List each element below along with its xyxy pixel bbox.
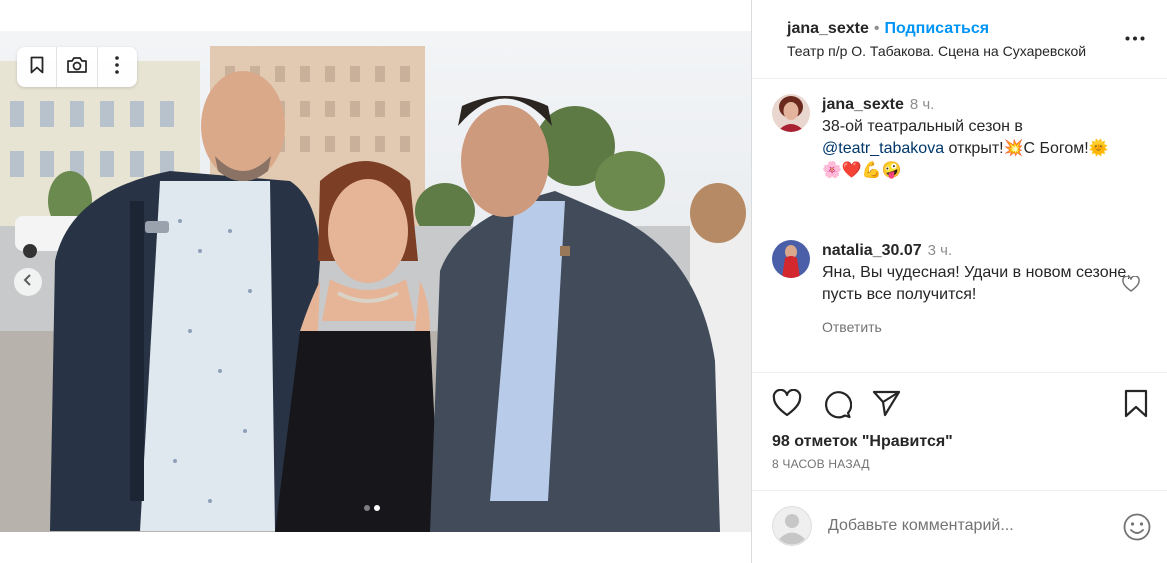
caption-mention[interactable]: @teatr_tabakova	[822, 140, 944, 157]
caption-username[interactable]: jana_sexte	[822, 96, 904, 113]
comments-section: jana_sexte 8 ч. 38-ой театральный сезон в…	[752, 80, 1167, 372]
carousel-indicator	[364, 505, 380, 511]
photo-illustration	[0, 31, 751, 532]
emoji-icon	[1122, 513, 1152, 546]
heart-icon	[772, 388, 802, 421]
post-details-panel: jana_sexte • Подписаться Театр п/р О. Та…	[751, 0, 1167, 563]
post-photo[interactable]	[0, 31, 751, 532]
comment-icon	[822, 391, 853, 423]
likes-count[interactable]: 98 отметок "Нравится"	[772, 433, 953, 451]
post-window: jana_sexte • Подписаться Театр п/р О. Та…	[0, 0, 1167, 563]
emoji-button[interactable]	[1122, 512, 1152, 547]
bookmark-button[interactable]	[17, 47, 56, 87]
comment-time[interactable]: 3 ч.	[928, 242, 953, 259]
caption-text: 38-ой театральный сезон в	[822, 118, 1023, 135]
bookmark-icon	[30, 56, 44, 79]
comment-input[interactable]	[828, 513, 1098, 539]
comment-button[interactable]	[822, 389, 853, 424]
carousel-dot-active	[374, 505, 380, 511]
caption-text-cont: открыт!💥С Богом!🌞	[944, 140, 1109, 157]
comment-body: natalia_30.07 3 ч. Яна, Вы чудесная! Удач…	[822, 240, 1132, 338]
header-line: jana_sexte • Подписаться	[787, 20, 1167, 38]
post-actions: 98 отметок "Нравится" 8 ЧАСОВ НАЗАД	[752, 372, 1167, 490]
more-vertical-icon	[115, 55, 120, 79]
comment-like-button[interactable]	[1122, 275, 1140, 297]
caption-body: jana_sexte 8 ч. 38-ой театральный сезон в…	[822, 94, 1132, 182]
more-options-button[interactable]	[98, 47, 137, 87]
media-pane	[0, 0, 751, 563]
avatar[interactable]	[772, 94, 810, 132]
comment-item: natalia_30.07 3 ч. Яна, Вы чудесная! Удач…	[772, 240, 1152, 340]
current-user-avatar	[772, 506, 812, 546]
carousel-prev-button[interactable]	[14, 268, 42, 296]
reply-button[interactable]: Ответить	[822, 316, 1132, 338]
camera-icon	[66, 56, 88, 79]
add-comment-bar	[752, 490, 1167, 563]
camera-button[interactable]	[57, 47, 96, 87]
share-button[interactable]	[872, 389, 902, 422]
share-icon	[872, 390, 902, 421]
comment-username[interactable]: natalia_30.07	[822, 242, 922, 259]
post-timestamp[interactable]: 8 ЧАСОВ НАЗАД	[772, 457, 870, 471]
save-icon	[1123, 389, 1149, 423]
post-header: jana_sexte • Подписаться Театр п/р О. Та…	[752, 0, 1167, 79]
save-button[interactable]	[1123, 389, 1149, 424]
media-toolbar	[17, 47, 137, 87]
more-horizontal-icon	[1125, 28, 1145, 45]
separator-dot: •	[873, 20, 880, 37]
heart-icon	[1122, 275, 1140, 296]
post-more-button[interactable]	[1125, 28, 1145, 46]
location-link[interactable]: Театр п/р О. Табакова. Сцена на Сухаревс…	[787, 43, 1167, 59]
avatar[interactable]	[772, 240, 810, 278]
caption-time[interactable]: 8 ч.	[910, 96, 935, 113]
like-button[interactable]	[772, 388, 802, 422]
caption-emojis: 🌸❤️💪🤪	[822, 162, 902, 179]
follow-button[interactable]: Подписаться	[884, 20, 989, 38]
chevron-left-icon	[23, 273, 33, 291]
comment-text: Яна, Вы чудесная! Удачи в новом сезоне, …	[822, 264, 1131, 303]
caption: jana_sexte 8 ч. 38-ой театральный сезон в…	[772, 94, 1152, 194]
action-bar	[772, 388, 1155, 424]
carousel-dot	[364, 505, 370, 511]
author-username[interactable]: jana_sexte	[787, 20, 869, 38]
